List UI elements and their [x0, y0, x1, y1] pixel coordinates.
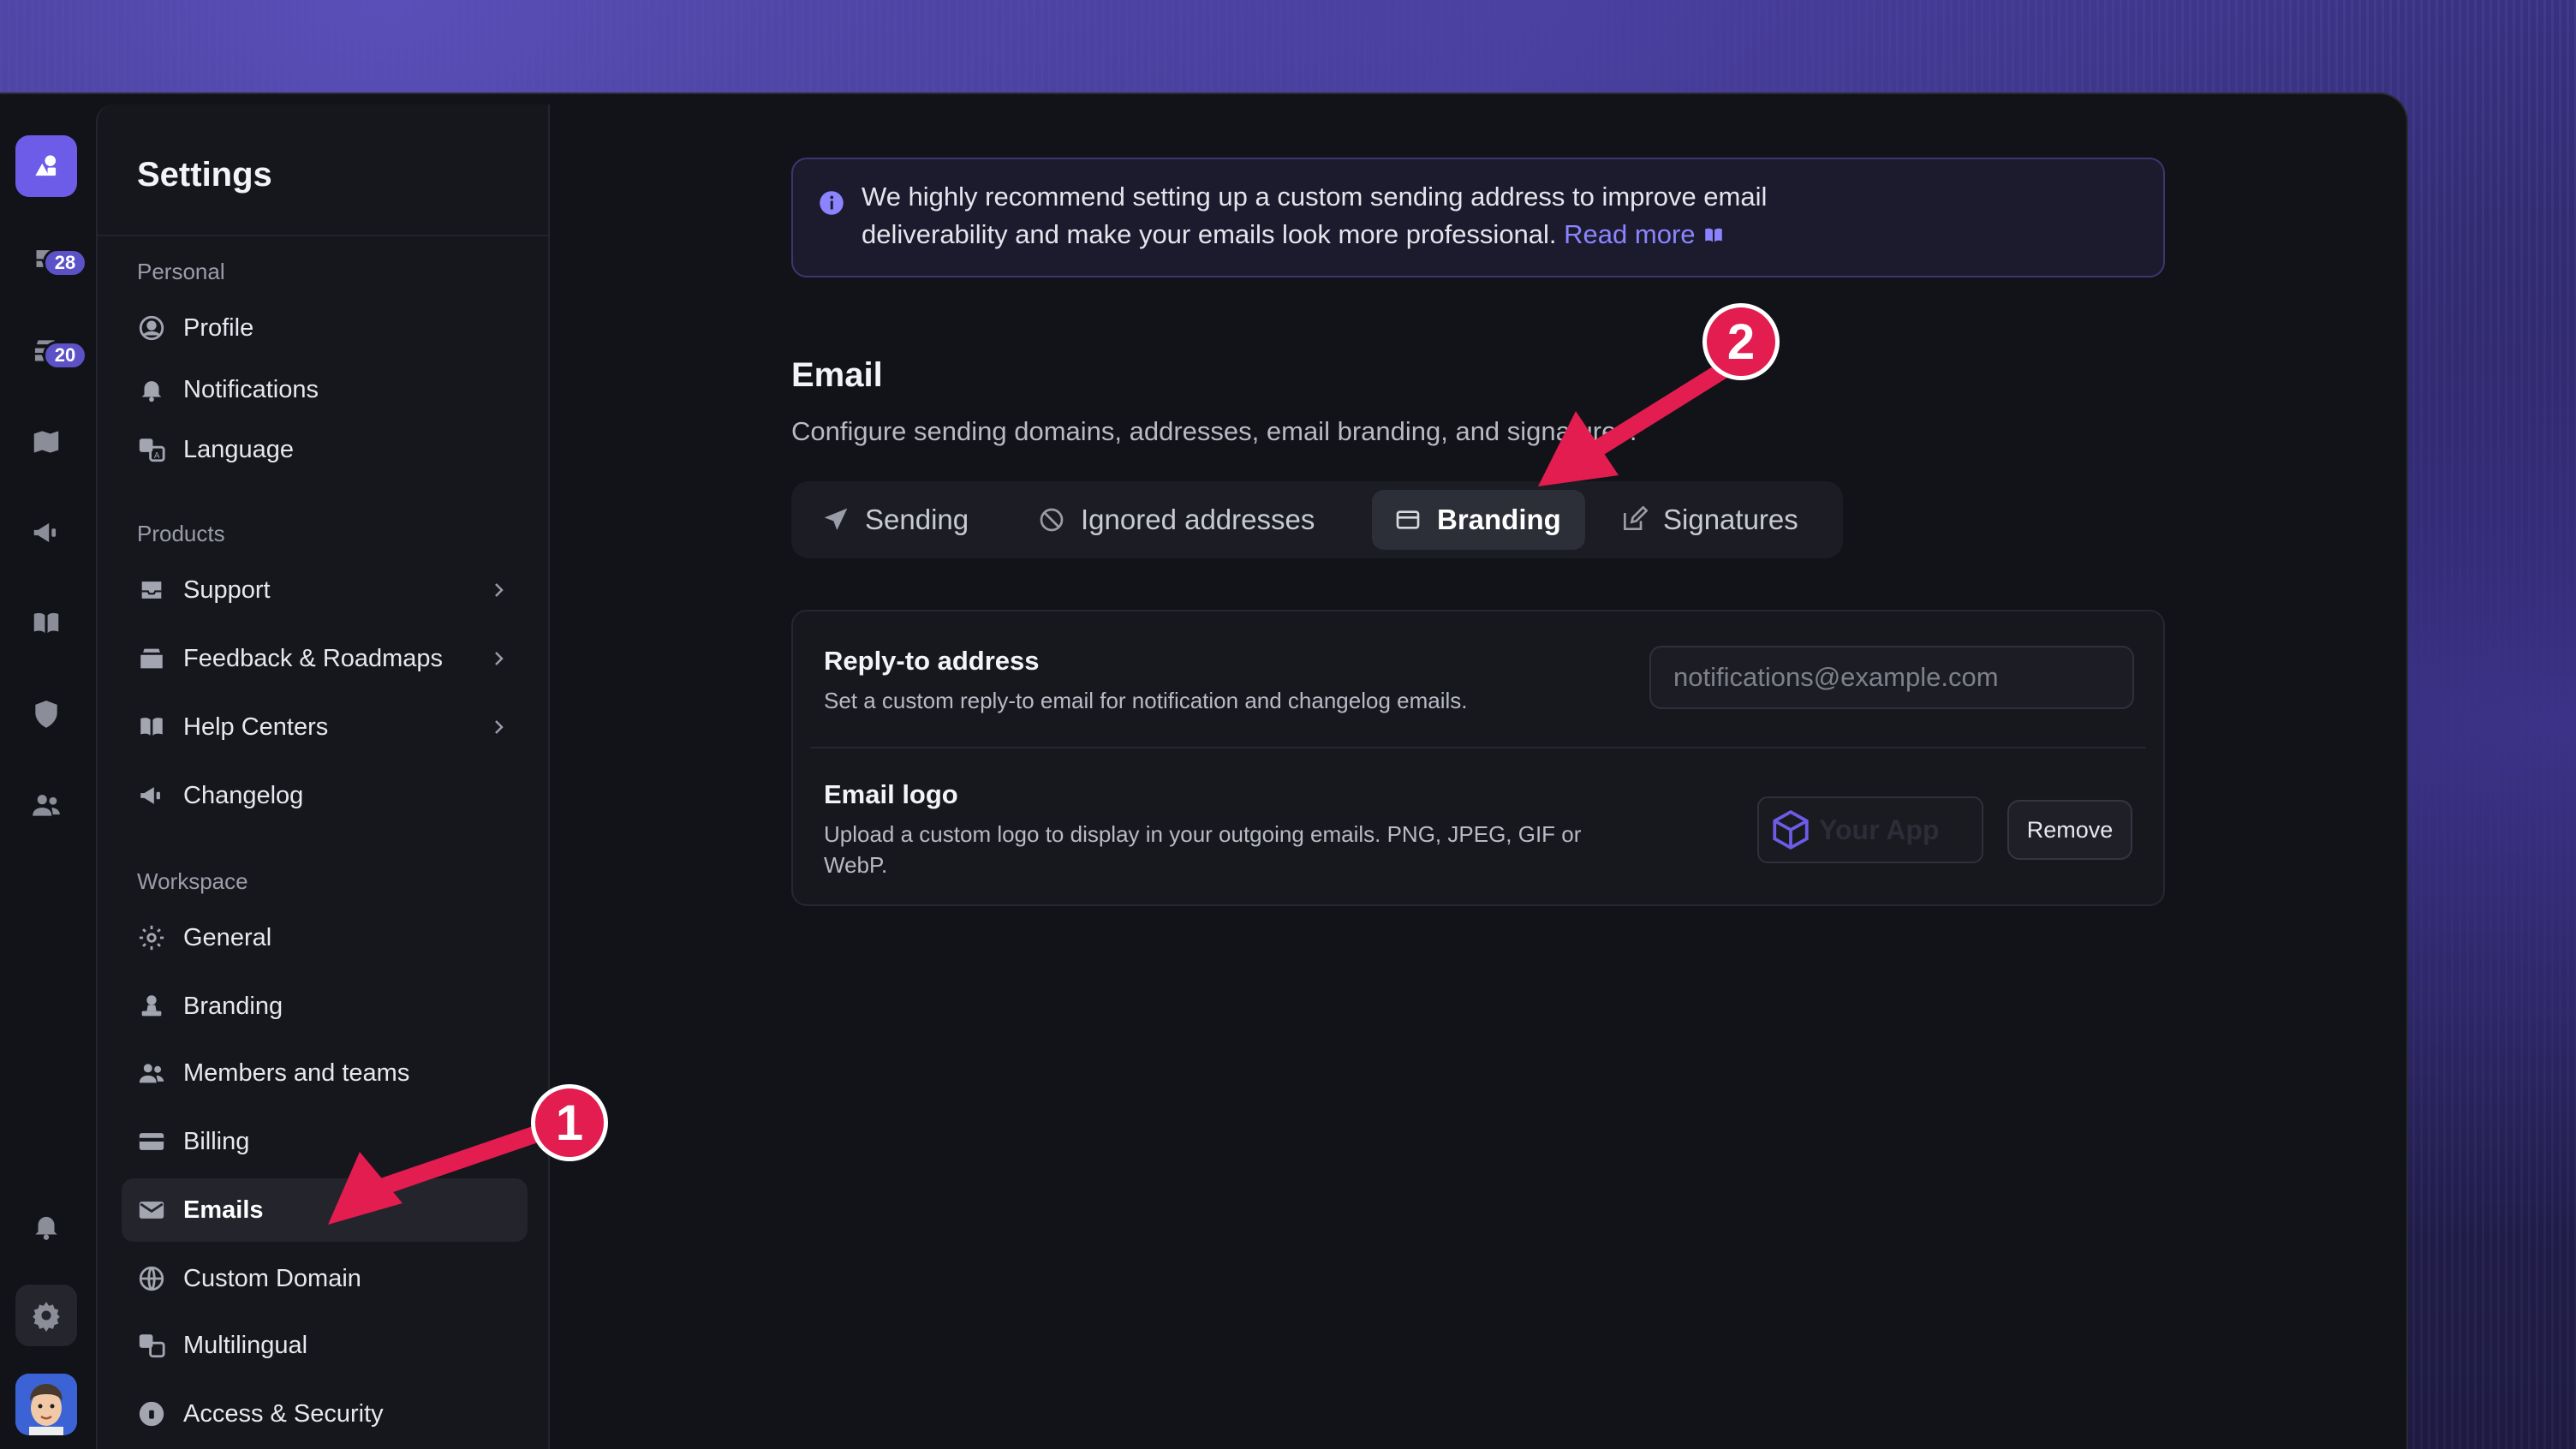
gear-icon: [137, 923, 166, 952]
ban-icon: [1040, 508, 1064, 532]
book-icon: [1705, 228, 1722, 242]
chevron-right-icon: [495, 720, 504, 734]
paper-plane-icon: [824, 508, 848, 530]
lock-shield-icon: [137, 1399, 166, 1428]
stamp-icon: [137, 992, 166, 1021]
divider: [810, 747, 2146, 748]
user-circle-icon: [137, 313, 166, 343]
logo-text: Your App: [1819, 814, 1940, 845]
inbox-icon: [137, 575, 166, 605]
sidebar-item-label: Multilingual: [183, 1331, 308, 1359]
megaphone-icon: [137, 781, 166, 810]
shield-icon[interactable]: [15, 683, 77, 745]
feedback-inbox-icon: [137, 644, 166, 673]
bell-icon: [137, 375, 166, 404]
section-label-workspace: Workspace: [137, 868, 248, 894]
sidebar-item-multilingual[interactable]: Multilingual: [122, 1314, 528, 1377]
section-label-products: Products: [137, 521, 225, 546]
sidebar-item-label: Branding: [183, 992, 283, 1020]
app-logo-icon[interactable]: [15, 135, 77, 197]
reply-to-title: Reply-to address: [824, 646, 1040, 676]
translate-icon: [137, 1331, 166, 1360]
page-description: Configure sending domains, addresses, em…: [791, 416, 1637, 446]
sidebar-item-language[interactable]: A Language: [122, 418, 528, 481]
sidebar-item-label: Custom Domain: [183, 1264, 361, 1292]
sidebar-item-label: Changelog: [183, 781, 304, 809]
chevron-right-icon: [495, 652, 504, 665]
info-icon: [820, 191, 844, 215]
sidebar-item-label: Emails: [183, 1196, 264, 1224]
tab-sending[interactable]: Sending: [800, 490, 993, 550]
cube-icon: [1773, 810, 1809, 850]
sidebar-item-label: Support: [183, 575, 271, 604]
sidebar-item-custom-domain[interactable]: Custom Domain: [122, 1247, 528, 1310]
sidebar-item-general[interactable]: General: [122, 906, 528, 969]
translate-icon: A: [137, 435, 166, 464]
globe-icon: [137, 1264, 166, 1293]
sidebar-item-label: General: [183, 923, 272, 951]
users-icon[interactable]: [15, 774, 77, 836]
sidebar-item-feedback-roadmaps[interactable]: Feedback & Roadmaps: [122, 627, 528, 690]
tab-branding[interactable]: Branding: [1372, 490, 1585, 550]
book-icon[interactable]: [15, 593, 77, 654]
chevron-right-icon: [495, 583, 504, 597]
icon-rail: 28 20: [0, 94, 96, 1449]
tab-ignored-addresses[interactable]: Ignored addresses: [1016, 490, 1339, 550]
email-logo-description: Upload a custom logo to display in your …: [824, 821, 1582, 878]
sidebar-item-label: Billing: [183, 1127, 250, 1155]
sidebar-item-profile[interactable]: Profile: [122, 296, 528, 360]
sidebar-item-access-security[interactable]: Access & Security: [122, 1382, 528, 1446]
user-avatar[interactable]: [15, 1374, 77, 1435]
gear-icon[interactable]: [15, 1285, 77, 1346]
info-message: We highly recommend setting up a custom …: [862, 178, 1889, 253]
sidebar-item-label: Access & Security: [183, 1399, 384, 1428]
sidebar-item-changelog[interactable]: Changelog: [122, 764, 528, 827]
svg-text:A: A: [154, 451, 160, 461]
annotation-step-2-badge: 2: [1702, 303, 1780, 380]
envelope-icon: [1396, 510, 1420, 529]
sidebar-item-emails[interactable]: Emails: [122, 1178, 528, 1242]
email-tabs: Sending Ignored addresses Branding Signa…: [791, 481, 1843, 558]
email-logo-preview[interactable]: Your App: [1757, 796, 1983, 863]
users-icon: [137, 1058, 166, 1088]
annotation-step-1-badge: 1: [531, 1084, 608, 1161]
sidebar-item-label: Feedback & Roadmaps: [183, 644, 444, 672]
settings-sidebar: Settings Personal Profile Notifications …: [96, 104, 550, 1449]
branding-settings-card: Reply-to address Set a custom reply-to e…: [791, 610, 2165, 906]
sidebar-item-label: Profile: [183, 313, 254, 342]
sidebar-item-billing[interactable]: Billing: [122, 1110, 528, 1173]
main-content: We highly recommend setting up a custom …: [550, 94, 2406, 1449]
sidebar-item-help-centers[interactable]: Help Centers: [122, 695, 528, 759]
sidebar-item-support[interactable]: Support: [122, 558, 528, 622]
app-window: 28 20 Settings Personal Profile Notifica…: [0, 92, 2408, 1449]
sidebar-item-branding[interactable]: Branding: [122, 975, 528, 1038]
reply-to-description: Set a custom reply-to email for notifica…: [824, 688, 1468, 713]
sidebar-item-label: Language: [183, 435, 295, 463]
tab-signatures[interactable]: Signatures: [1598, 490, 1822, 550]
divider: [98, 235, 548, 236]
read-more-link[interactable]: Read more: [1564, 219, 1725, 249]
sidebar-item-label: Notifications: [183, 375, 319, 403]
roadmap-map-icon[interactable]: [15, 411, 77, 473]
sidebar-item-label: Members and teams: [183, 1058, 410, 1087]
book-icon: [137, 713, 166, 742]
page-title: Email: [791, 356, 883, 394]
remove-logo-button[interactable]: Remove: [2007, 800, 2132, 860]
feedback-count-badge: 20: [43, 341, 87, 370]
megaphone-icon[interactable]: [15, 502, 77, 564]
sidebar-item-label: Help Centers: [183, 713, 329, 741]
reply-to-email-input[interactable]: notifications@example.com: [1649, 646, 2134, 709]
settings-title: Settings: [137, 156, 272, 194]
pencil-square-icon: [1624, 506, 1648, 530]
sidebar-item-members-teams[interactable]: Members and teams: [122, 1041, 528, 1105]
section-label-personal: Personal: [137, 259, 225, 284]
envelope-icon: [137, 1196, 166, 1225]
credit-card-icon: [137, 1127, 166, 1156]
email-logo-title: Email logo: [824, 779, 958, 809]
inbox-count-badge: 28: [43, 248, 87, 277]
sidebar-item-notifications[interactable]: Notifications: [122, 358, 528, 421]
bell-icon[interactable]: [15, 1196, 77, 1257]
info-callout: We highly recommend setting up a custom …: [791, 158, 2165, 277]
